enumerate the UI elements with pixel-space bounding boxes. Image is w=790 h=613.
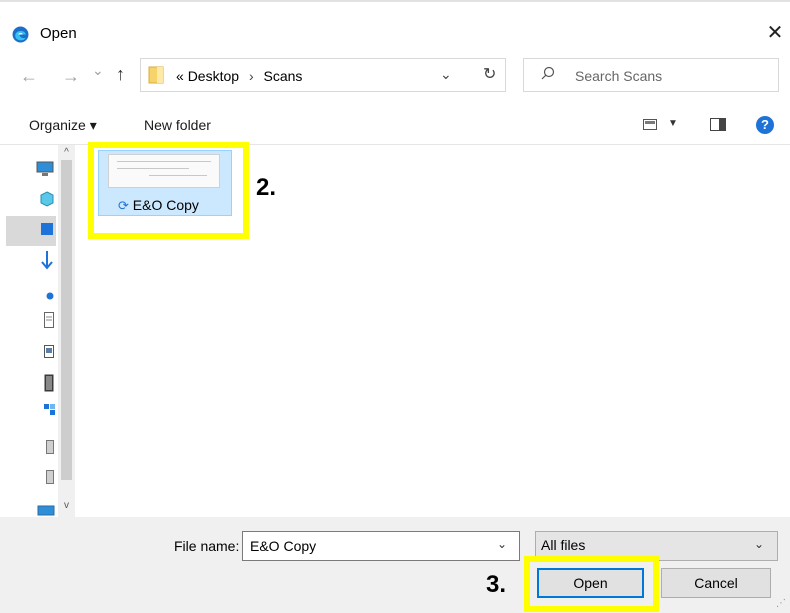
computer-icon[interactable] bbox=[36, 161, 54, 177]
recent-locations-icon[interactable]: ⌄ bbox=[92, 62, 104, 79]
desktop-icon[interactable] bbox=[40, 222, 54, 238]
view-dropdown-icon[interactable]: ▼ bbox=[668, 118, 678, 129]
3d-objects-icon[interactable] bbox=[40, 191, 54, 207]
address-dropdown-icon[interactable]: ⌄ bbox=[440, 66, 452, 83]
forward-arrow-icon[interactable]: → bbox=[62, 66, 80, 87]
close-icon[interactable]: ✕ bbox=[762, 20, 788, 46]
drive-icon[interactable] bbox=[46, 440, 54, 454]
highlight-box-step3 bbox=[524, 556, 659, 612]
drive-icon[interactable] bbox=[46, 470, 54, 484]
highlight-box-step2 bbox=[88, 142, 249, 239]
documents-icon[interactable] bbox=[44, 312, 54, 328]
view-options-icon[interactable] bbox=[643, 119, 657, 130]
file-name-dropdown-icon[interactable]: ⌄ bbox=[497, 537, 507, 551]
up-arrow-icon[interactable]: ↑ bbox=[116, 64, 125, 85]
window-title: Open bbox=[40, 25, 77, 42]
network-icon[interactable] bbox=[36, 502, 56, 516]
refresh-icon[interactable]: ↻ bbox=[483, 64, 496, 84]
preview-pane-icon[interactable] bbox=[710, 118, 726, 131]
organize-button[interactable]: Organize ▾ bbox=[29, 117, 97, 134]
breadcrumb-scans[interactable]: Scans bbox=[264, 68, 303, 84]
search-icon bbox=[541, 66, 555, 80]
help-icon[interactable]: ? bbox=[756, 116, 774, 134]
file-type-dropdown-icon[interactable]: ⌄ bbox=[754, 537, 764, 551]
videos-icon[interactable] bbox=[44, 374, 54, 392]
scroll-up-icon[interactable]: ^ bbox=[59, 147, 74, 158]
music-icon[interactable] bbox=[44, 404, 56, 416]
cancel-button[interactable]: Cancel bbox=[661, 568, 771, 598]
scrollbar-thumb[interactable] bbox=[61, 160, 72, 480]
pictures-icon[interactable] bbox=[44, 345, 54, 358]
downloads-icon[interactable] bbox=[40, 250, 54, 270]
breadcrumb-separator-icon[interactable]: › bbox=[249, 68, 254, 84]
new-folder-button[interactable]: New folder bbox=[144, 117, 211, 133]
step-3-annotation: 3. bbox=[486, 571, 507, 598]
back-arrow-icon[interactable]: ← bbox=[20, 66, 38, 87]
file-name-value[interactable]: E&O Copy bbox=[250, 538, 316, 554]
breadcrumb: « Desktop › Scans bbox=[176, 68, 302, 84]
file-type-value[interactable]: All files bbox=[541, 537, 585, 553]
step-2-annotation: 2. bbox=[256, 174, 277, 201]
breadcrumb-desktop[interactable]: Desktop bbox=[188, 68, 239, 84]
search-placeholder: Search Scans bbox=[575, 68, 663, 84]
folder-icon bbox=[148, 66, 164, 84]
onedrive-icon[interactable] bbox=[46, 292, 54, 300]
window-top-border bbox=[0, 0, 790, 12]
edge-icon bbox=[12, 26, 29, 43]
resize-grip-icon[interactable]: ⋰ bbox=[776, 598, 786, 609]
scroll-down-icon[interactable]: v bbox=[59, 500, 74, 511]
file-name-field-label: File name: bbox=[174, 538, 240, 554]
breadcrumb-overflow-icon[interactable]: « bbox=[176, 68, 184, 84]
